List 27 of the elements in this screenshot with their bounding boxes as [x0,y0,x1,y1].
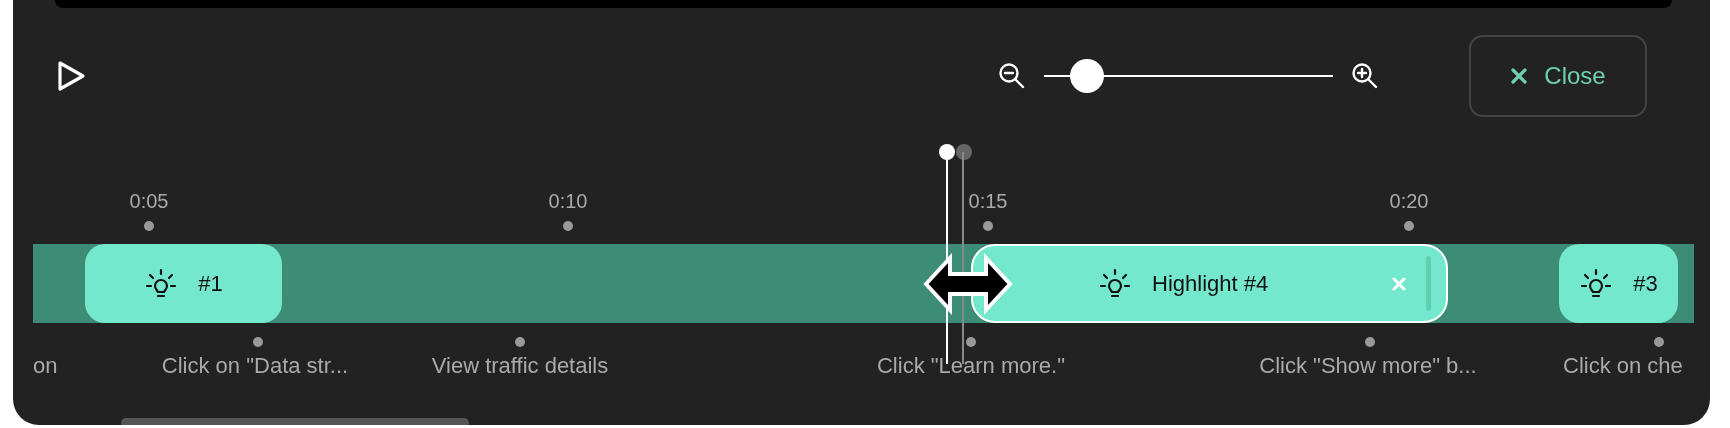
tick-dot [1404,221,1414,231]
highlight-clip[interactable]: #3 [1559,244,1678,323]
step-dot [515,337,525,347]
time-label: 0:10 [548,190,588,213]
step-label[interactable]: Click on che [1563,353,1683,379]
scrollbar[interactable] [121,418,469,425]
step-label[interactable]: Click "Learn more." [821,353,1121,379]
zoom-out-icon[interactable] [998,62,1026,90]
step-dot [1365,337,1375,347]
highlight-clip[interactable]: #1 [85,244,282,323]
resize-handle[interactable] [1426,256,1431,311]
resize-cursor-icon [922,252,1014,316]
tick-dot [563,221,573,231]
zoom-in-icon[interactable] [1351,62,1379,90]
tick-dot [144,221,154,231]
close-button[interactable]: Close [1469,35,1647,117]
step-label[interactable]: on [33,353,58,379]
highlight-clip[interactable]: Highlight #4 [971,244,1448,323]
step-dot [1654,337,1664,347]
tick-dot [983,221,993,231]
step-label[interactable]: Click "Show more" b... [1218,353,1518,379]
time-label: 0:15 [968,190,1008,213]
step-dot [253,337,263,347]
time-label: 0:20 [1389,190,1429,213]
step-dot [966,337,976,347]
close-icon [1510,67,1529,85]
time-label: 0:05 [129,190,169,213]
